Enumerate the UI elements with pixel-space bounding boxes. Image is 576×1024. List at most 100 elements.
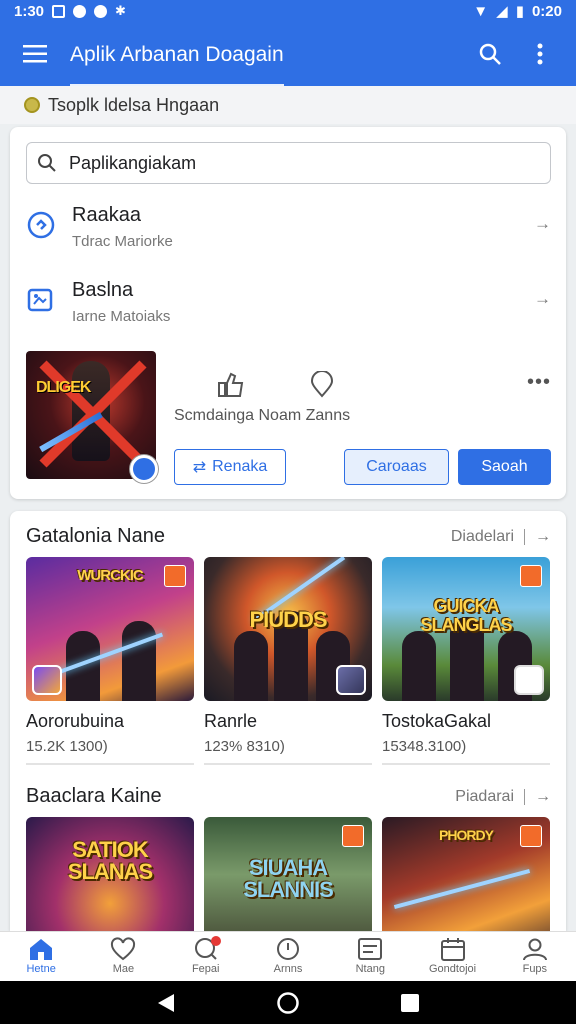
app-icon: [336, 665, 366, 695]
nav-label: Ntang: [355, 963, 385, 975]
section-header: Gatalonia Nane Diadelari →: [26, 525, 551, 548]
back-icon[interactable]: [156, 992, 176, 1014]
list-item-subtitle: Tdrac Mariorke: [72, 233, 173, 250]
search-field[interactable]: Paplikangiakam: [26, 142, 551, 184]
signal-icon: ◢: [496, 3, 508, 20]
caroaas-button[interactable]: Caroaas: [344, 449, 449, 485]
promo-caption: Scmdainga Noam Zanns: [174, 407, 351, 424]
game-meta: 15.2K 1300): [26, 738, 108, 755]
game-art: PHORDY: [382, 817, 550, 931]
calendar-icon: [440, 938, 465, 961]
list-item-title: Baslna: [72, 279, 134, 301]
search-button[interactable]: [470, 34, 510, 74]
heart-icon: [111, 937, 136, 961]
section-link[interactable]: Piadarai →: [455, 788, 551, 806]
game-name: Ranrle: [204, 711, 258, 731]
wifi-icon: ▼: [473, 2, 489, 20]
battery-icon: ▮: [515, 3, 524, 20]
game-art-logo: SATIOK SLANAS: [67, 837, 153, 884]
recents-icon[interactable]: [400, 993, 420, 1013]
arrow-right-icon: →: [534, 289, 551, 308]
more-horiz-icon[interactable]: •••: [527, 371, 551, 394]
status-bar: 1:30 ✱ ▼ ◢ ▮ 0:20: [0, 0, 576, 22]
promo-section: DLIGEK Scmdainga Noam Zanns ••• ⇄ Renaka…: [26, 351, 551, 485]
game-art-logo: GUICKA SLANGLAS: [420, 596, 513, 635]
corner-badge-icon: [164, 565, 186, 587]
menu-button[interactable]: [0, 22, 70, 86]
clock-icon: [276, 938, 299, 960]
game-tile[interactable]: PHORDY: [382, 817, 550, 931]
nav-chat[interactable]: Fepai: [165, 932, 247, 981]
game-name: Aororubuina: [26, 711, 125, 731]
coin-icon: [24, 97, 40, 113]
app-bar: Aplik Arbanan Doagain: [0, 22, 576, 87]
home-circle-icon[interactable]: [276, 991, 300, 1015]
section-link-label: Diadelari: [450, 527, 514, 545]
nav-calendar[interactable]: Gondtojoi: [411, 932, 493, 981]
arrow-right-icon: →: [534, 214, 551, 233]
arrow-right-icon: →: [535, 527, 551, 545]
nav-list[interactable]: Ntang: [329, 932, 411, 981]
game-tile[interactable]: PIUDDS Ranrle 123% 8310): [204, 557, 372, 765]
button-label: Renaka: [212, 458, 268, 475]
nav-home[interactable]: Hetne: [0, 932, 82, 981]
list-icon: [358, 938, 383, 960]
game-art: SATIOK SLANAS: [26, 817, 194, 931]
games-card: Gatalonia Nane Diadelari → WURCKIC Aoror…: [10, 511, 566, 931]
game-tile[interactable]: SATIOK SLANAS: [26, 817, 194, 931]
game-art: PIUDDS: [204, 557, 372, 701]
status-time: 1:30: [14, 2, 45, 20]
list-item[interactable]: Raakaa Tdrac Mariorke →: [26, 204, 551, 266]
app-icon: [32, 665, 62, 695]
section-title: Gatalonia Nane: [26, 525, 165, 547]
section-title: Baaclara Kaine: [26, 785, 162, 807]
nav-activity[interactable]: Arnns: [247, 932, 329, 981]
hamburger-icon: [23, 45, 47, 63]
overflow-menu-button[interactable]: [520, 34, 560, 74]
game-art: GUICKA SLANGLAS: [382, 557, 550, 701]
notification-icon: [52, 4, 66, 18]
game-tile[interactable]: GUICKA SLANGLAS TostokaGakal 15348.3100): [382, 557, 550, 765]
top-card: Paplikangiakam Raakaa Tdrac Mariorke → B…: [10, 127, 566, 499]
game-tile[interactable]: SIUAHA SLANNIS: [204, 817, 372, 931]
game-tile[interactable]: WURCKIC Aororubuina 15.2K 1300): [26, 557, 194, 765]
saoah-button[interactable]: Saoah: [458, 449, 551, 485]
subheader: Tsoplk ldelsa Hngaan: [0, 86, 576, 124]
corner-badge-icon: [342, 825, 364, 847]
image-edit-icon: [26, 285, 56, 315]
search-icon: [479, 43, 501, 65]
section-link[interactable]: Diadelari →: [451, 528, 551, 546]
game-meta: 15348.3100): [382, 738, 467, 755]
search-value: Paplikangiakam: [69, 152, 197, 173]
nav-label: Arnns: [273, 963, 303, 975]
game-art-logo: WURCKIC: [77, 567, 144, 584]
location-button[interactable]: [308, 370, 336, 404]
renaka-button[interactable]: ⇄ Renaka: [174, 449, 286, 485]
bottom-navigation: Hetne Mae Fepai Arnns Ntang Gondtojoi Fu…: [0, 931, 576, 981]
section-header: Baaclara Kaine Piadarai →: [26, 785, 551, 808]
home-icon: [30, 939, 53, 960]
subheader-text: Tsoplk ldelsa Hngaan: [48, 94, 220, 115]
game-art-logo: SIUAHA SLANNIS: [243, 855, 334, 902]
list-item[interactable]: Baslna Iarne Matoiaks →: [26, 279, 551, 341]
shuffle-icon: ⇄: [192, 459, 207, 476]
nav-label: Gondtojoi: [429, 963, 477, 975]
nav-favorites[interactable]: Mae: [82, 932, 164, 981]
game-meta: 123% 8310): [204, 738, 285, 755]
system-navigation-bar: [0, 981, 576, 1024]
thumb-like-button[interactable]: [216, 371, 246, 404]
settings-icon: ✱: [115, 3, 126, 18]
search-icon: [38, 154, 56, 172]
like-icon: [218, 372, 244, 397]
refresh-circle-icon: [26, 210, 56, 240]
app-icon: [514, 665, 544, 695]
game-art: WURCKIC: [26, 557, 194, 701]
arrow-right-icon: →: [535, 787, 551, 805]
cross-mark: [39, 360, 147, 468]
nav-profile[interactable]: Fups: [494, 932, 576, 981]
list-item-title: Raakaa: [72, 204, 141, 226]
more-vert-icon: [537, 43, 543, 65]
corner-badge-icon: [520, 565, 542, 587]
app-title: Aplik Arbanan Doagain: [70, 43, 284, 87]
game-art: SIUAHA SLANNIS: [204, 817, 372, 931]
